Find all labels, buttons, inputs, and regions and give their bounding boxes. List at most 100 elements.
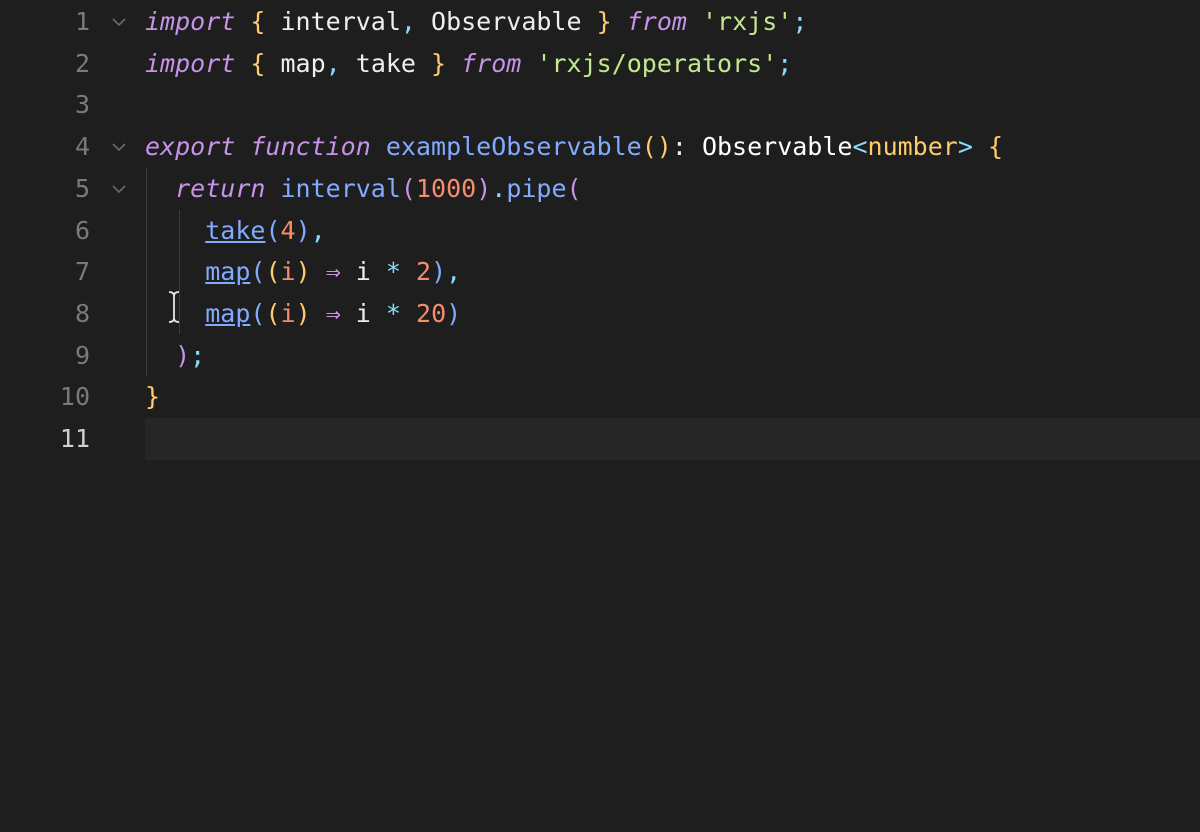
code-token: :: [671, 132, 702, 162]
code-token: ,: [325, 48, 341, 78]
code-token: number: [867, 132, 958, 162]
code-token: ): [476, 173, 492, 203]
code-token: ⇒: [325, 298, 341, 328]
code-token: ;: [777, 48, 793, 78]
code-token: 'rxjs': [702, 7, 793, 36]
code-token: map: [205, 257, 251, 287]
code-text: }: [145, 376, 160, 418]
code-token: ): [431, 257, 447, 287]
line-number: 2: [74, 48, 90, 78]
line-number: 3: [74, 90, 90, 120]
code-token: export: [145, 132, 236, 162]
code-token: pipe: [506, 173, 567, 203]
code-token: >: [957, 132, 973, 162]
code-line[interactable]: 3: [0, 84, 1200, 126]
code-token: map: [205, 298, 251, 328]
code-token: }: [431, 48, 447, 78]
code-token: ,: [310, 215, 326, 245]
code-text: map((i) ⇒ i * 20): [145, 293, 461, 335]
line-number: 5: [74, 173, 90, 203]
code-text: export function exampleObservable(): Obs…: [145, 126, 1003, 168]
code-token: }: [596, 7, 612, 36]
code-token: (: [400, 173, 416, 203]
code-token: from: [626, 7, 687, 36]
code-token: ): [446, 298, 462, 328]
code-token: Observable: [415, 7, 597, 36]
line-number: 10: [59, 382, 90, 412]
code-line[interactable]: 9 );: [0, 335, 1200, 377]
line-number: 11: [59, 424, 90, 453]
code-token: i: [280, 257, 296, 287]
chevron-down-icon[interactable]: [106, 126, 132, 168]
code-token: ,: [400, 7, 416, 36]
code-line[interactable]: 10}: [0, 376, 1200, 418]
code-token: (: [265, 257, 281, 287]
code-token: ): [295, 298, 311, 328]
code-token: (: [265, 298, 281, 328]
chevron-down-icon[interactable]: [106, 1, 132, 43]
code-line[interactable]: 1 import { interval, Observable } from 'r…: [0, 1, 1200, 43]
code-line[interactable]: 7 map((i) ⇒ i * 2),: [0, 251, 1200, 293]
code-line[interactable]: 2 import { map, take } from 'rxjs/operato…: [0, 43, 1200, 85]
line-number: 7: [74, 257, 90, 287]
text-cursor-icon: [168, 291, 180, 323]
code-token: ): [295, 215, 311, 245]
code-token: (: [265, 215, 281, 245]
code-token: import: [145, 7, 236, 36]
code-line[interactable]: 4 export function exampleObservable(): Ob…: [0, 126, 1200, 168]
code-token: interval: [265, 7, 401, 36]
code-text: );: [145, 335, 205, 377]
code-token: 4: [280, 215, 296, 245]
code-token: }: [145, 382, 161, 412]
code-token: i: [280, 298, 296, 328]
code-token: return: [175, 173, 266, 203]
code-text: return interval(1000).pipe(: [145, 168, 581, 210]
code-token: ): [295, 257, 311, 287]
code-token: (: [250, 257, 266, 287]
code-token: interval: [280, 173, 401, 203]
code-token: from: [461, 48, 522, 78]
code-line[interactable]: 6 take(4),: [0, 210, 1200, 252]
code-token: function: [250, 132, 371, 162]
code-token: .: [491, 173, 507, 203]
code-editor[interactable]: 1 import { interval, Observable } from 'r…: [0, 0, 1200, 832]
code-token: <: [852, 132, 868, 162]
code-token: ⇒: [325, 257, 341, 287]
code-token: (: [250, 298, 266, 328]
chevron-down-icon[interactable]: [106, 168, 132, 210]
code-token: take: [205, 215, 266, 245]
code-text: take(4),: [145, 210, 326, 252]
code-token: 1000: [415, 173, 477, 203]
code-token: ;: [792, 7, 808, 36]
code-token: {: [987, 132, 1004, 162]
code-token: Observable: [701, 132, 853, 162]
code-line[interactable]: 11: [0, 418, 1200, 460]
code-text: import { map, take } from 'rxjs/operator…: [145, 43, 792, 85]
code-text: import { interval, Observable } from 'rx…: [145, 1, 807, 43]
line-number: 1: [74, 7, 90, 36]
line-number: 4: [74, 132, 90, 162]
code-token: (): [641, 132, 672, 162]
code-token: *: [385, 298, 401, 328]
code-line[interactable]: 5 return interval(1000).pipe(: [0, 168, 1200, 210]
code-token: *: [385, 257, 401, 287]
code-token: ,: [446, 257, 462, 287]
code-token: exampleObservable: [385, 132, 642, 162]
line-number: 8: [74, 298, 90, 328]
